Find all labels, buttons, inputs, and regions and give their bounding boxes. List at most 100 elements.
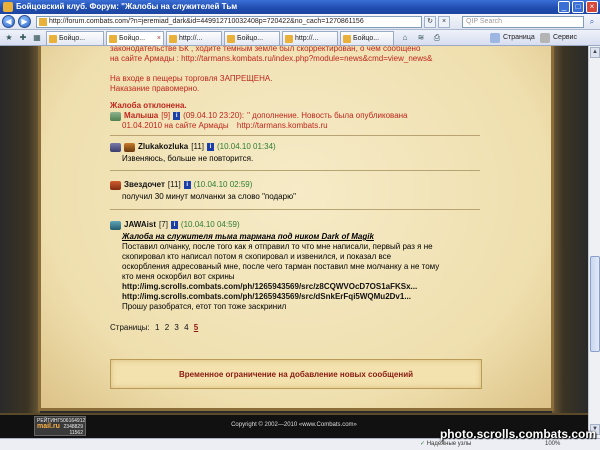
back-button[interactable]: ◀: [2, 15, 15, 28]
window-controls: _ □ ×: [558, 1, 598, 13]
moderator-note-1: " дополнение. Новость была опубликована: [247, 111, 408, 120]
tab-4[interactable]: Бойцо...: [224, 31, 280, 45]
add-favorites-icon[interactable]: ✚: [16, 32, 30, 44]
page-viewport: законодательстве БК , ходите темным земл…: [0, 46, 588, 438]
post-divider: [110, 170, 480, 171]
fragment-line-1: законодательстве БК , ходите темным земл…: [110, 46, 421, 53]
moderator-level: [9]: [161, 111, 171, 120]
url-input[interactable]: http://forum.combats.com/?n=jeremiad_dar…: [36, 16, 422, 28]
post-date: (10.04.10 02:59): [193, 180, 253, 189]
page-link-3[interactable]: 3: [174, 323, 178, 332]
post-2: Звездочет [11] i (10.04.10 02:59) получи…: [110, 180, 478, 202]
page-link-2[interactable]: 2: [165, 323, 169, 332]
armada-news-link[interactable]: http://tarmans.kombats.ru/index.php?modu…: [181, 54, 432, 63]
moderator-badge-icon: [110, 111, 121, 121]
post-author[interactable]: Звездочет: [124, 180, 165, 190]
favorites-star-icon[interactable]: ★: [2, 32, 16, 44]
close-tab-icon[interactable]: ×: [157, 32, 161, 45]
page-link-1[interactable]: 1: [155, 323, 159, 332]
gear-icon: [540, 33, 550, 43]
post-header: JAWAist [7] i (10.04.10 04:59): [110, 220, 478, 230]
maximize-button[interactable]: □: [572, 1, 584, 13]
post-3: JAWAist [7] i (10.04.10 04:59) Жалоба на…: [110, 220, 478, 312]
browser-app-icon: [3, 2, 13, 12]
tab-3[interactable]: http://...: [166, 31, 222, 45]
window-titlebar: Бойцовский клуб. Форум: "Жалобы на служи…: [0, 0, 600, 14]
moderator-line: Малыша [9] i (09.04.10 23:20): " дополне…: [110, 111, 478, 121]
pagination-label: Страницы:: [110, 323, 150, 332]
vertical-scrollbar[interactable]: ▲ ▼: [588, 46, 600, 438]
clan-emblem-icon: [110, 142, 121, 152]
post-header: Zlukakozluka [11] i (10.04.10 01:34): [110, 142, 478, 152]
post-divider: [110, 209, 480, 210]
post-author[interactable]: Zlukakozluka: [138, 142, 188, 152]
align-emblem-icon: [124, 142, 135, 152]
moderator-name[interactable]: Малыша: [124, 111, 158, 121]
address-bar: ◀ ▶ http://forum.combats.com/?n=jeremiad…: [0, 14, 600, 30]
watermark-text: photo.scrolls.combats.com: [439, 427, 596, 441]
post-author-level: [11]: [191, 142, 204, 151]
url-text: http://forum.combats.com/?n=jeremiad_dar…: [49, 18, 364, 25]
previous-text-fragment: законодательстве БК , ходите темным земл…: [110, 46, 478, 64]
post-author-level: [11]: [167, 180, 181, 189]
forward-button[interactable]: ▶: [18, 15, 31, 28]
post-date: (10.04.10 01:34): [217, 142, 276, 151]
user-info-icon[interactable]: i: [170, 221, 178, 229]
posting-restriction-notice: Временное ограничение на добавление новы…: [110, 359, 482, 389]
moderator-date: (09.04.10 23:20):: [183, 111, 245, 120]
rejection-block: Жалоба отклонена. Малыша [9] i (09.04.10…: [110, 101, 478, 131]
page-link-5-current[interactable]: 5: [194, 323, 198, 332]
window-title: Бойцовский клуб. Форум: "Жалобы на служи…: [16, 2, 238, 11]
search-icon[interactable]: ⌕: [586, 16, 598, 28]
tab-favicon-icon: [285, 35, 293, 43]
check-icon: ✓: [420, 441, 426, 447]
tab-list-icon[interactable]: ▦: [30, 32, 44, 44]
page-link-4[interactable]: 4: [184, 323, 188, 332]
tools-menu-button[interactable]: Сервис: [540, 32, 577, 44]
user-info-icon[interactable]: i: [173, 112, 181, 120]
post-author[interactable]: JAWAist: [124, 220, 156, 230]
page-favicon-icon: [39, 18, 47, 26]
tab-favicon-icon: [169, 35, 177, 43]
post-line: скопировал кто написал потом я скопирова…: [122, 252, 392, 261]
post-line: оскорбления адресованый мне, после чего …: [122, 262, 440, 271]
feeds-icon[interactable]: ≋: [414, 32, 428, 44]
post-date: (10.04.10 04:59): [180, 220, 240, 229]
rejection-status: Жалоба отклонена.: [110, 101, 187, 110]
trade-warning: На входе в пещеры торговля ЗАПРЕЩЕНА. На…: [110, 74, 273, 93]
tab-1[interactable]: Бойцо...: [46, 31, 104, 45]
post-header: Звездочет [11] i (10.04.10 02:59): [110, 180, 478, 190]
scrollbar-thumb[interactable]: [590, 256, 600, 352]
refresh-icon[interactable]: ↻: [424, 16, 436, 28]
post-body: Жалоба на служителя тьма тармана под ник…: [122, 232, 478, 312]
close-window-button[interactable]: ×: [586, 1, 598, 13]
stop-icon[interactable]: ×: [438, 16, 450, 28]
screenshot-link-2[interactable]: http://img.scrolls.combats.com/ph/126594…: [122, 292, 478, 302]
home-icon[interactable]: ⌂: [398, 32, 412, 44]
search-placeholder: QIP Search: [466, 18, 503, 25]
minimize-button[interactable]: _: [558, 1, 570, 13]
page-menu-button[interactable]: Страница: [490, 32, 535, 44]
fragment-line-2: на сайте Армады : http://tarmans.kombats…: [110, 54, 433, 63]
right-border-decoration: [552, 46, 588, 438]
tab-2-active[interactable]: Бойцо... ×: [106, 31, 164, 45]
post-divider: [110, 135, 480, 136]
pagination: Страницы: 1 2 3 4 5: [110, 323, 198, 332]
post-body: получил 30 минут молчанки за слово "пода…: [122, 192, 296, 201]
moderator-note-2: 01.04.2010 на сайте Армады http://tarman…: [122, 121, 328, 130]
user-info-icon[interactable]: i: [207, 143, 214, 151]
print-icon[interactable]: ⎙: [430, 32, 444, 44]
tab-favicon-icon: [227, 35, 235, 43]
screenshot-link-1[interactable]: http://img.scrolls.combats.com/ph/126594…: [122, 282, 478, 292]
search-input[interactable]: QIP Search: [462, 16, 584, 28]
tab-favicon-icon: [109, 35, 117, 43]
user-info-icon[interactable]: i: [183, 181, 191, 189]
post-closing: Прошу разобратся, етот топ тоже заскрини…: [122, 302, 287, 311]
armada-site-link[interactable]: http://tarmans.kombats.ru: [237, 121, 328, 130]
post-1: Zlukakozluka [11] i (10.04.10 01:34) Изв…: [110, 142, 478, 164]
tab-6[interactable]: Бойцо...: [340, 31, 394, 45]
post-author-level: [7]: [159, 220, 168, 229]
tab-favicon-icon: [49, 35, 57, 43]
scroll-up-icon[interactable]: ▲: [590, 47, 600, 58]
tab-5[interactable]: http://...: [282, 31, 338, 45]
